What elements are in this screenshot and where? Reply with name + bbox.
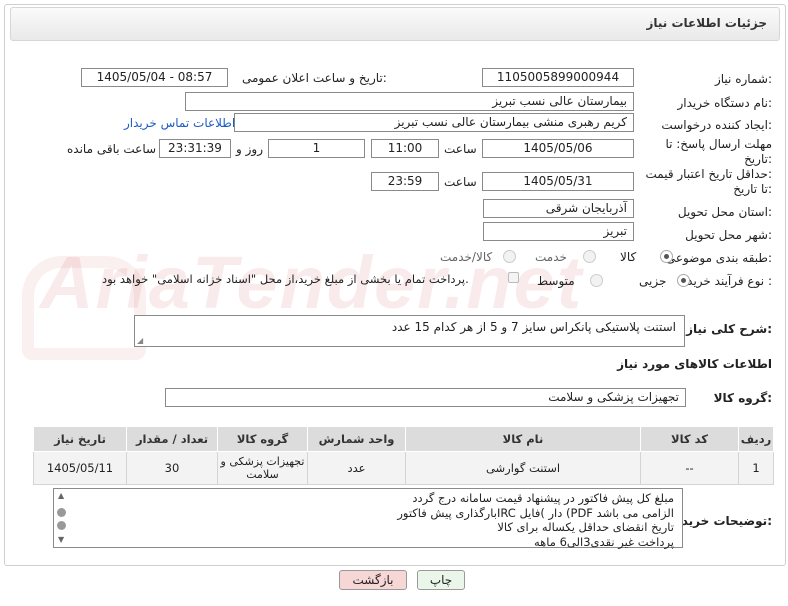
buyer-notes-text: مبلغ کل پیش فاکتور در پیشنهاد قیمت سامان…: [397, 491, 674, 549]
col-name: نام کالا: [405, 426, 641, 452]
treasury-checkbox[interactable]: [508, 272, 519, 283]
col-group: گروه کالا: [217, 426, 308, 452]
cell-group: تجهیزات پزشکی و سلامت: [217, 451, 308, 485]
reply-date-field[interactable]: 1405/05/06: [482, 139, 634, 158]
page-title: جزئیات اطلاعات نیاز: [646, 16, 767, 30]
goods-info-title: اطلاعات کالاهای مورد نیاز: [617, 357, 772, 371]
reply-time-label: ساعت: [444, 142, 477, 156]
category-goods-radio[interactable]: [660, 250, 673, 263]
panel-header: جزئیات اطلاعات نیاز: [10, 7, 780, 41]
resize-grip-icon: ◢: [137, 336, 144, 345]
category-label: طبقه بندی موضوعی:: [665, 251, 772, 265]
cell-code: --: [640, 451, 739, 485]
city-field[interactable]: تبریز: [483, 222, 634, 241]
col-row: ردیف: [738, 426, 774, 452]
goods-group-label: گروه کالا:: [713, 391, 772, 405]
scroll-thumb-2: [57, 521, 66, 530]
cell-unit: عدد: [307, 451, 406, 485]
days-label: روز و: [236, 142, 263, 156]
process-label: نوع فرآیند خرید :: [687, 274, 772, 288]
category-service-radio[interactable]: [583, 250, 596, 263]
description-textarea[interactable]: استنت پلاستیکی پانکراس سایز 7 و 5 از هر …: [134, 315, 685, 347]
validity-time-field[interactable]: 23:59: [371, 172, 439, 191]
requester-label: ایجاد کننده درخواست:: [661, 118, 772, 132]
description-label: شرح کلی نیاز:: [686, 322, 772, 336]
note-line: بارگذاری پیش فاکتورIRC دار )فایل (PDF ال…: [397, 505, 674, 520]
announce-label: تاریخ و ساعت اعلان عمومی:: [242, 71, 387, 85]
process-partial-radio[interactable]: [677, 274, 690, 287]
cell-name: استنت گوارشی: [405, 451, 641, 485]
validity-date-field[interactable]: 1405/05/31: [482, 172, 634, 191]
reply-deadline-label: مهلت ارسال پاسخ: تا: [665, 137, 772, 151]
requester-field[interactable]: کریم رهبری منشی بیمارستان عالی نسب تبریز: [234, 113, 634, 132]
note-line: پرداخت غیر نقدی3الی6 ماهه: [534, 534, 674, 549]
payment-note: پرداخت تمام یا بخشی از مبلغ خرید،از محل …: [102, 272, 469, 286]
scroll-thumb[interactable]: [57, 508, 66, 517]
validity-time-label: ساعت: [444, 175, 477, 189]
buyer-notes-label: توضیحات خریدار:: [670, 514, 772, 528]
reply-deadline-label-2: تاریخ:: [744, 152, 772, 166]
process-medium-label: متوسط: [537, 274, 575, 288]
need-number-field[interactable]: 1105005899000944: [482, 68, 634, 87]
category-service-label: خدمت: [535, 250, 567, 264]
goods-group-field[interactable]: تجهیزات پزشکی و سلامت: [165, 388, 686, 407]
table-header-row: ردیف کد کالا نام کالا واحد شمارش گروه کا…: [33, 426, 774, 452]
buyer-org-label: نام دستگاه خریدار:: [677, 96, 773, 110]
buyer-contact-link[interactable]: اطلاعات تماس خریدار: [124, 116, 235, 130]
cell-row: 1: [738, 451, 774, 485]
col-date: تاریخ نیاز: [33, 426, 127, 452]
need-number-label: شماره نیاز:: [714, 72, 772, 86]
remaining-label: ساعت باقی مانده: [67, 142, 157, 156]
price-validity-label: حداقل تاریخ اعتبار قیمت:: [645, 167, 772, 181]
category-goods-label: کالا: [620, 250, 637, 264]
province-field[interactable]: آذربایجان شرقی: [483, 199, 634, 218]
col-qty: تعداد / مقدار: [126, 426, 218, 452]
process-partial-label: جزیی: [639, 274, 667, 288]
price-validity-label-2: تا تاریخ:: [733, 182, 772, 196]
notes-scrollbar[interactable]: ▲ ▼: [56, 491, 70, 545]
days-field[interactable]: 1: [268, 139, 365, 158]
col-code: کد کالا: [640, 426, 739, 452]
buyer-notes-textarea[interactable]: مبلغ کل پیش فاکتور در پیشنهاد قیمت سامان…: [53, 488, 683, 549]
print-button[interactable]: چاپ: [417, 570, 465, 590]
description-text: استنت پلاستیکی پانکراس سایز 7 و 5 از هر …: [391, 320, 676, 334]
col-unit: واحد شمارش: [307, 426, 406, 452]
scroll-up-icon[interactable]: ▲: [58, 491, 64, 500]
cell-qty: 30: [126, 451, 218, 485]
category-both-radio[interactable]: [503, 250, 516, 263]
back-button[interactable]: بازگشت: [339, 570, 407, 590]
city-label: شهر محل تحویل:: [685, 228, 772, 242]
buyer-org-field[interactable]: بیمارستان عالی نسب تبریز: [185, 92, 634, 111]
reply-time-field[interactable]: 11:00: [371, 139, 439, 158]
province-label: استان محل تحویل:: [677, 205, 772, 219]
scroll-down-icon[interactable]: ▼: [58, 535, 64, 544]
process-medium-radio[interactable]: [590, 274, 603, 287]
note-line: مبلغ کل پیش فاکتور در پیشنهاد قیمت سامان…: [412, 491, 674, 505]
table-row[interactable]: 1 -- استنت گوارشی عدد تجهیزات پزشکی و سل…: [33, 451, 774, 485]
remaining-time-field[interactable]: 23:31:39: [159, 139, 231, 158]
announce-field[interactable]: 1405/05/04 - 08:57: [81, 68, 228, 87]
note-line: تاریخ انقضای حداقل یکساله برای کالا: [497, 520, 674, 534]
category-both-label: کالا/خدمت: [440, 250, 493, 264]
cell-date: 1405/05/11: [33, 451, 127, 485]
items-table: ردیف کد کالا نام کالا واحد شمارش گروه کا…: [33, 426, 774, 485]
